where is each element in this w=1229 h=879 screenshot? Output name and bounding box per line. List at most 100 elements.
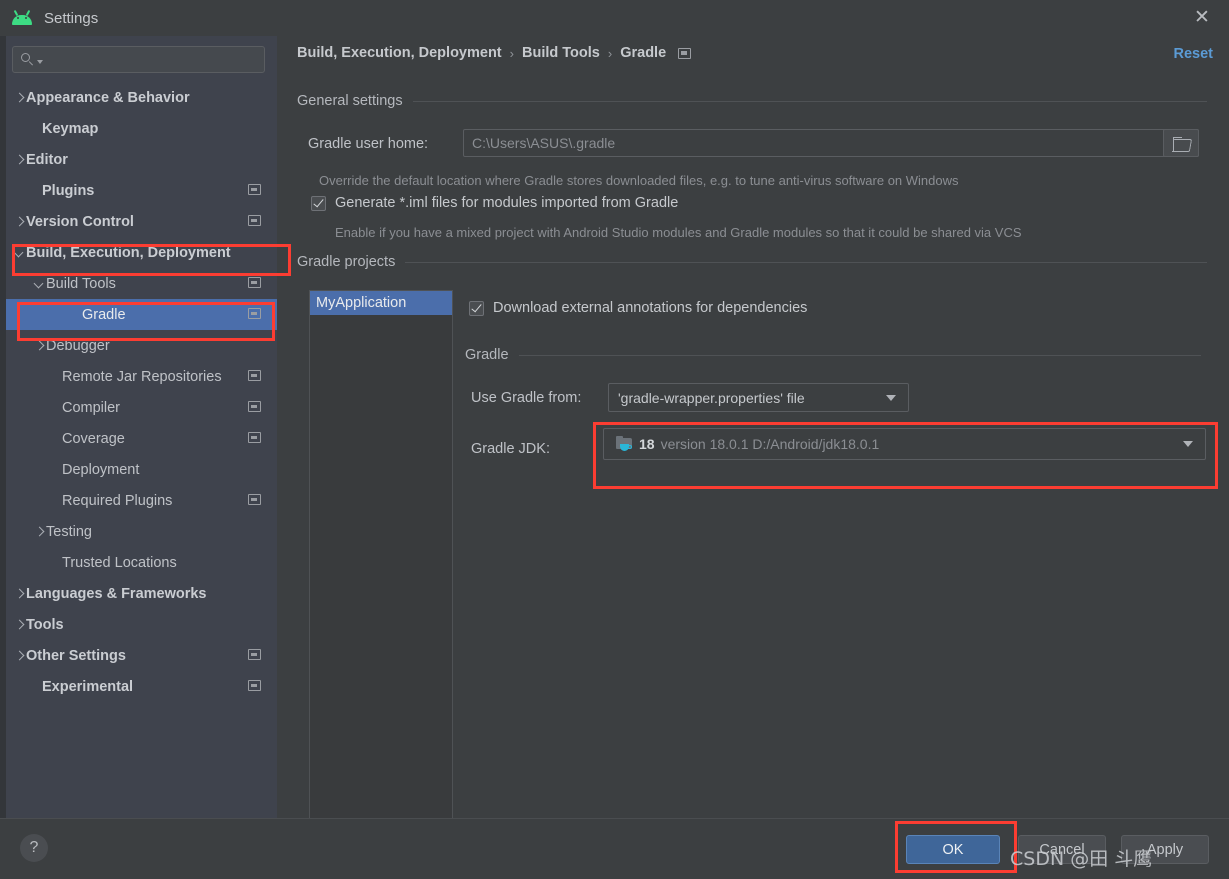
generate-iml-checkbox[interactable] bbox=[311, 195, 326, 211]
sidebar-item-plugins[interactable]: Plugins bbox=[6, 175, 277, 206]
gradle-jdk-label: Gradle JDK: bbox=[471, 441, 550, 457]
chevron-right-icon[interactable] bbox=[12, 618, 26, 632]
ok-button[interactable]: OK bbox=[906, 835, 1000, 864]
download-annotations-label: Download external annotations for depend… bbox=[493, 300, 808, 316]
search-box[interactable] bbox=[12, 46, 265, 73]
sidebar-item-label: Languages & Frameworks bbox=[26, 585, 207, 602]
sidebar-item-coverage[interactable]: Coverage bbox=[6, 423, 277, 454]
project-scope-icon bbox=[248, 370, 261, 381]
gradle-user-home-label: Gradle user home: bbox=[308, 136, 429, 152]
sidebar-item-build-execution-deployment[interactable]: Build, Execution, Deployment bbox=[6, 237, 277, 268]
project-scope-icon bbox=[248, 494, 261, 505]
gradle-jdk-dropdown[interactable]: 18 version 18.0.1 D:/Android/jdk18.0.1 bbox=[603, 428, 1206, 460]
project-scope-icon bbox=[678, 47, 692, 59]
chevron-right-icon[interactable] bbox=[12, 649, 26, 663]
search-input[interactable] bbox=[43, 51, 264, 68]
sidebar-item-testing[interactable]: Testing bbox=[6, 516, 277, 547]
sidebar-item-label: Trusted Locations bbox=[62, 554, 177, 571]
chevron-right-icon[interactable] bbox=[12, 215, 26, 229]
help-button[interactable]: ? bbox=[20, 834, 48, 862]
sidebar-item-label: Plugins bbox=[42, 182, 95, 199]
sidebar-item-label: Testing bbox=[46, 523, 92, 540]
gradle-user-home-browse-button[interactable] bbox=[1163, 129, 1199, 157]
breadcrumb-item-build-execution-deployment[interactable]: Build, Execution, Deployment bbox=[297, 45, 502, 61]
reset-link[interactable]: Reset bbox=[1174, 46, 1214, 62]
sidebar-item-label: Tools bbox=[26, 616, 64, 633]
project-scope-icon bbox=[248, 649, 261, 660]
chevron-down-icon[interactable] bbox=[32, 277, 46, 291]
section-rule bbox=[405, 261, 1207, 263]
settings-main-panel: Build, Execution, Deployment › Build Too… bbox=[277, 36, 1229, 834]
generate-iml-checkbox-row[interactable]: Generate *.iml files for modules importe… bbox=[311, 195, 678, 211]
sidebar-item-label: Keymap bbox=[42, 120, 99, 137]
project-scope-icon bbox=[248, 215, 261, 226]
chevron-right-icon[interactable] bbox=[12, 153, 26, 167]
sidebar-item-label: Appearance & Behavior bbox=[26, 89, 190, 106]
chevron-right-icon[interactable] bbox=[32, 525, 46, 539]
section-title: General settings bbox=[297, 93, 403, 109]
gradle-user-home-hint: Override the default location where Grad… bbox=[319, 173, 959, 188]
chevron-right-icon[interactable] bbox=[32, 339, 46, 353]
download-annotations-checkbox-row[interactable]: Download external annotations for depend… bbox=[469, 300, 807, 316]
jdk-folder-icon bbox=[616, 435, 634, 452]
section-header-gradle: Gradle bbox=[465, 347, 1201, 363]
sidebar-item-required-plugins[interactable]: Required Plugins bbox=[6, 485, 277, 516]
sidebar-item-trusted-locations[interactable]: Trusted Locations bbox=[6, 547, 277, 578]
sidebar-item-other-settings[interactable]: Other Settings bbox=[6, 640, 277, 671]
section-header-general-settings: General settings bbox=[297, 93, 1207, 109]
breadcrumb-item-build-tools[interactable]: Build Tools bbox=[522, 45, 600, 61]
sidebar-item-debugger[interactable]: Debugger bbox=[6, 330, 277, 361]
generate-iml-label: Generate *.iml files for modules importe… bbox=[335, 195, 679, 211]
sidebar-item-label: Other Settings bbox=[26, 647, 126, 664]
sidebar-item-version-control[interactable]: Version Control bbox=[6, 206, 277, 237]
window-title: Settings bbox=[44, 9, 99, 27]
sidebar-item-keymap[interactable]: Keymap bbox=[6, 113, 277, 144]
chevron-right-icon[interactable] bbox=[12, 587, 26, 601]
search-icon bbox=[20, 52, 36, 68]
generate-iml-hint: Enable if you have a mixed project with … bbox=[335, 225, 1022, 240]
gradle-jdk-detail: version 18.0.1 D:/Android/jdk18.0.1 bbox=[660, 436, 880, 452]
project-scope-icon bbox=[248, 432, 261, 443]
window-titlebar: Settings ✕ bbox=[0, 0, 1229, 36]
sidebar-item-experimental[interactable]: Experimental bbox=[6, 671, 277, 702]
project-scope-icon bbox=[248, 680, 261, 691]
download-annotations-checkbox[interactable] bbox=[469, 300, 484, 316]
sidebar-item-label: Remote Jar Repositories bbox=[62, 368, 222, 385]
gradle-projects-list[interactable]: MyApplication bbox=[309, 290, 453, 834]
section-title: Gradle bbox=[465, 347, 509, 363]
gradle-jdk-version: 18 bbox=[639, 436, 655, 452]
chevron-down-icon bbox=[886, 394, 896, 401]
breadcrumb-item-gradle[interactable]: Gradle bbox=[620, 45, 666, 61]
settings-tree: Appearance & Behavior Keymap Editor Plugins… bbox=[6, 82, 277, 702]
chevron-right-icon[interactable] bbox=[12, 91, 26, 105]
breadcrumb-separator: › bbox=[509, 45, 514, 61]
sidebar-item-editor[interactable]: Editor bbox=[6, 144, 277, 175]
folder-icon bbox=[1172, 136, 1190, 152]
sidebar-item-languages-frameworks[interactable]: Languages & Frameworks bbox=[6, 578, 277, 609]
chevron-down-icon[interactable] bbox=[12, 246, 26, 260]
use-gradle-from-dropdown[interactable]: 'gradle-wrapper.properties' file bbox=[608, 383, 909, 412]
sidebar-item-label: Experimental bbox=[42, 678, 134, 695]
sidebar-item-tools[interactable]: Tools bbox=[6, 609, 277, 640]
sidebar-item-gradle[interactable]: Gradle bbox=[6, 299, 277, 330]
sidebar-item-appearance-behavior[interactable]: Appearance & Behavior bbox=[6, 82, 277, 113]
project-scope-icon bbox=[248, 401, 261, 412]
csdn-watermark: CSDN @田 斗鹰 bbox=[1010, 848, 1153, 870]
sidebar-item-remote-jar-repositories[interactable]: Remote Jar Repositories bbox=[6, 361, 277, 392]
sidebar-item-label: Build, Execution, Deployment bbox=[26, 244, 231, 261]
close-icon[interactable]: ✕ bbox=[1191, 7, 1213, 29]
gradle-project-item[interactable]: MyApplication bbox=[310, 291, 452, 315]
sidebar-item-deployment[interactable]: Deployment bbox=[6, 454, 277, 485]
sidebar-item-label: Editor bbox=[26, 151, 68, 168]
sidebar-item-label: Deployment bbox=[62, 461, 140, 478]
gradle-user-home-input[interactable]: C:\Users\ASUS\.gradle bbox=[463, 129, 1199, 157]
sidebar-item-compiler[interactable]: Compiler bbox=[6, 392, 277, 423]
sidebar-item-build-tools[interactable]: Build Tools bbox=[6, 268, 277, 299]
project-scope-icon bbox=[248, 277, 261, 288]
use-gradle-from-value: 'gradle-wrapper.properties' file bbox=[618, 389, 805, 406]
